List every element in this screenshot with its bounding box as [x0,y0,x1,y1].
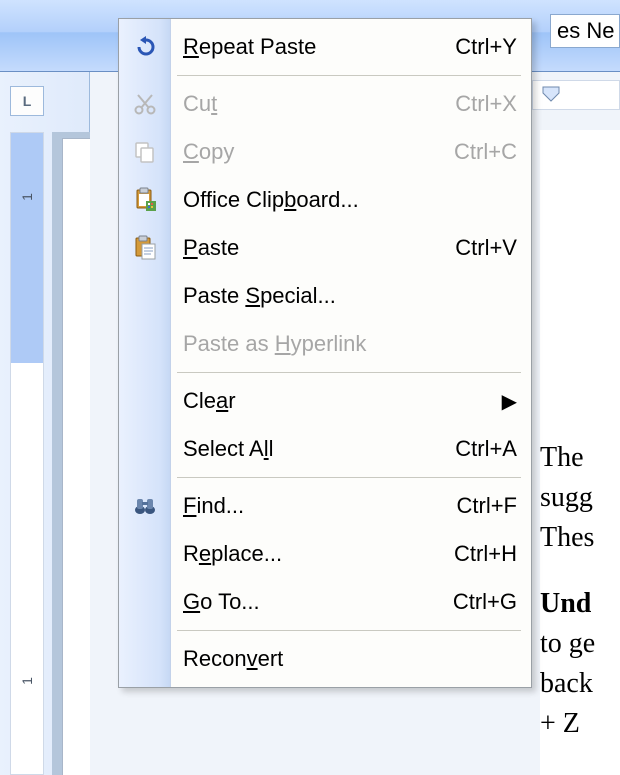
menu-label: Copy [183,139,454,165]
menu-label: Go To... [183,589,453,615]
menu-label: Replace... [183,541,454,567]
menu-separator [177,477,521,478]
menu-item-clear[interactable]: Clear ▶ [119,377,531,425]
vertical-ruler[interactable]: 1 1 [10,132,44,775]
menu-shortcut: Ctrl+C [454,139,517,165]
doc-text-bold: Und [540,588,591,619]
menu-shortcut: Ctrl+F [457,493,518,519]
menu-shortcut: Ctrl+Y [455,34,517,60]
menu-shortcut: Ctrl+V [455,235,517,261]
menu-item-select-all[interactable]: Select All Ctrl+A [119,425,531,473]
submenu-arrow-icon: ▶ [502,389,517,414]
menu-item-cut[interactable]: Cut Ctrl+X [119,80,531,128]
copy-icon [119,128,171,176]
doc-text: Thes [540,522,594,553]
ruler-corner[interactable]: L [10,86,44,116]
menu-separator [177,630,521,631]
menu-label: Paste as Hyperlink [183,331,517,357]
menu-shortcut: Ctrl+A [455,436,517,462]
doc-text: to ge [540,628,595,659]
menu-label: Select All [183,436,455,462]
menu-label: Office Clipboard... [183,187,517,213]
menu-label: Cut [183,91,455,117]
menu-item-copy[interactable]: Copy Ctrl+C [119,128,531,176]
menu-item-find[interactable]: Find... Ctrl+F [119,482,531,530]
edit-menu: Repeat Paste Ctrl+Y Cut Ctrl+X [118,18,532,688]
menu-label: Repeat Paste [183,34,455,60]
menu-item-paste[interactable]: Paste Ctrl+V [119,224,531,272]
menu-label: Paste [183,235,455,261]
binoculars-icon [119,482,171,530]
paste-icon [119,224,171,272]
menu-label: Clear [183,388,502,414]
page-sheet [62,138,90,775]
menu-separator [177,75,521,76]
menu-item-repeat-paste[interactable]: Repeat Paste Ctrl+Y [119,23,531,71]
clipboard-office-icon [119,176,171,224]
horizontal-ruler[interactable] [532,80,620,110]
indent-marker-icon[interactable] [541,85,561,103]
menu-item-reconvert[interactable]: Reconvert [119,635,531,683]
doc-text: + Z [540,708,580,739]
doc-text: sugg [540,482,593,513]
menu-item-paste-hyperlink[interactable]: Paste as Hyperlink [119,320,531,368]
page-edge [52,132,90,775]
menu-item-paste-special[interactable]: Paste Special... [119,272,531,320]
menu-label: Reconvert [183,646,517,672]
menu-label: Find... [183,493,457,519]
font-name-box[interactable]: es Ne [550,14,620,48]
menu-label: Paste Special... [183,283,517,309]
doc-text: back [540,668,593,699]
menu-item-goto[interactable]: Go To... Ctrl+G [119,578,531,626]
left-gutter: L 1 1 [0,72,90,775]
menu-item-office-clipboard[interactable]: Office Clipboard... [119,176,531,224]
ruler-ticks: 1 1 [11,133,43,774]
menu-item-replace[interactable]: Replace... Ctrl+H [119,530,531,578]
document-body[interactable]: The sugg Thes Und to ge back + Z [540,130,620,775]
redo-icon [119,23,171,71]
menu-shortcut: Ctrl+X [455,91,517,117]
menu-shortcut: Ctrl+G [453,589,517,615]
menu-shortcut: Ctrl+H [454,541,517,567]
doc-text: The [540,442,584,473]
scissors-icon [119,80,171,128]
font-name-text: es Ne [557,18,614,44]
menu-separator [177,372,521,373]
